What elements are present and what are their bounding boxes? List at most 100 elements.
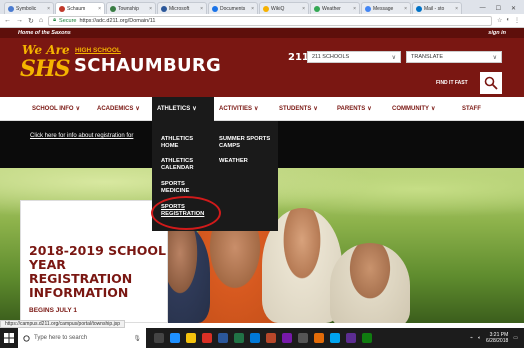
clock[interactable]: 3:21 PM 6/28/2018 (486, 332, 508, 344)
tab-label: Documents (220, 5, 246, 12)
nav-item-staff[interactable]: STAFF (457, 97, 487, 121)
school-subtitle[interactable]: HIGH SCHOOL (75, 47, 121, 54)
tab-close-icon[interactable]: × (404, 6, 407, 12)
lock-icon: 🔒︎ (53, 17, 57, 23)
browser-tab[interactable]: Schaum × (55, 2, 105, 14)
tab-label: Weather (322, 5, 341, 12)
task-view-icon[interactable] (154, 333, 164, 343)
chevron-down-icon: ∨ (254, 106, 259, 112)
notifications-icon[interactable]: ▭ (513, 335, 518, 341)
system-tray: ⌁ 🔈︎ 3:21 PM 6/28/2018 ▭ (470, 332, 524, 344)
menu-item-summer-sports-camps[interactable]: SUMMER SPORTS CAMPS (219, 136, 275, 150)
schools-dropdown[interactable]: 211 SCHOOLS ∨ (307, 51, 401, 63)
excel-icon[interactable] (234, 333, 244, 343)
network-icon[interactable]: ⌁ (470, 335, 473, 341)
tab-favicon-icon (8, 5, 14, 12)
browser-tab[interactable]: Message × (361, 2, 411, 14)
sign-in-link[interactable]: sign in (488, 30, 506, 36)
nav-item-school-info[interactable]: SCHOOL INFO ∨ (27, 97, 92, 121)
hero-title: 2018-2019 SCHOOL YEAR REGISTRATION INFOR… (29, 243, 166, 300)
clock-date: 6/28/2018 (486, 338, 509, 344)
top-strip: Home of the Saxons sign in (0, 28, 524, 38)
search-icon (23, 334, 30, 342)
menu-item-sports-medicine[interactable]: SPORTS MEDICINE (161, 181, 205, 195)
app-icon[interactable] (298, 333, 308, 343)
tab-label: Microsoft (169, 5, 190, 12)
minimize-button[interactable]: — (480, 5, 486, 11)
start-button[interactable] (0, 328, 18, 348)
menu-item-weather[interactable]: WEATHER (219, 158, 269, 165)
browser-tab[interactable]: Weather × (310, 2, 360, 14)
maximize-button[interactable]: ☐ (496, 5, 501, 12)
word-icon[interactable] (218, 333, 228, 343)
chevron-down-icon: ∨ (367, 106, 372, 112)
search-button[interactable] (480, 72, 502, 94)
powerpoint-icon[interactable] (266, 333, 276, 343)
browser-tab[interactable]: Symbolic × (4, 2, 54, 14)
volume-icon[interactable]: 🔈︎ (478, 335, 481, 341)
tab-close-icon[interactable]: × (47, 6, 50, 12)
taskbar-search-input[interactable]: Type here to search 🎙︎ (18, 328, 146, 348)
edge-icon[interactable] (170, 333, 180, 343)
extension-icon[interactable]: ◐ (506, 17, 510, 24)
tab-label: WikiQ (271, 5, 285, 12)
forward-icon[interactable]: → (16, 17, 23, 24)
tab-label: Mail - sto (424, 5, 445, 12)
microphone-icon[interactable]: 🎙︎ (133, 335, 141, 342)
onenote-icon[interactable] (282, 333, 292, 343)
browser-address-bar: ← → ↻ ⌂ 🔒︎ Secure https://adc.d211.org/D… (0, 14, 524, 28)
url-input[interactable]: 🔒︎ Secure https://adc.d211.org/Domain/11 (48, 15, 492, 26)
menu-item-athletics-home[interactable]: ATHLETICS HOME (161, 136, 205, 150)
school-name[interactable]: SCHAUMBURG (74, 55, 221, 76)
school-logo[interactable]: We Are SHS (20, 43, 72, 89)
file-explorer-icon[interactable] (186, 333, 196, 343)
nav-item-label: PARENTS (337, 105, 366, 112)
menu-dots-icon[interactable]: ⋮ (514, 17, 520, 24)
nav-item-label: STUDENTS (279, 105, 312, 112)
nav-item-academics[interactable]: ACADEMICS ∨ (92, 97, 152, 121)
tab-close-icon[interactable]: × (200, 6, 203, 12)
home-icon[interactable]: ⌂ (39, 17, 43, 24)
chrome-icon[interactable] (202, 333, 212, 343)
nav-item-community[interactable]: COMMUNITY ∨ (387, 97, 457, 121)
nav-item-label: STAFF (462, 105, 481, 112)
tab-close-icon[interactable]: × (302, 6, 305, 12)
tab-close-icon[interactable]: × (251, 6, 254, 12)
highlight-annotation (151, 196, 221, 230)
back-icon[interactable]: ← (4, 17, 11, 24)
status-url-tooltip: https://campus.d211.org/campus/portal/to… (0, 320, 125, 328)
menu-item-athletics-calendar[interactable]: ATHLETICS CALENDAR (161, 158, 205, 172)
nav-item-activities[interactable]: ACTIVITIES ∨ (214, 97, 274, 121)
tab-favicon-icon (263, 5, 269, 12)
tab-close-icon[interactable]: × (455, 6, 458, 12)
tab-close-icon[interactable]: × (353, 6, 356, 12)
outlook-icon[interactable] (250, 333, 260, 343)
tab-favicon-icon (59, 5, 65, 12)
app-icon[interactable] (330, 333, 340, 343)
nav-item-students[interactable]: STUDENTS ∨ (274, 97, 332, 121)
hero-subtitle: BEGINS JULY 1 (29, 307, 78, 314)
browser-tab[interactable]: WikiQ × (259, 2, 309, 14)
tab-close-icon[interactable]: × (98, 6, 101, 12)
app-icon[interactable] (346, 333, 356, 343)
registration-info-link[interactable]: Click here for info about registration f… (30, 133, 133, 139)
translate-dropdown[interactable]: TRANSLATE ∨ (406, 51, 502, 63)
site-header: Home of the Saxons sign in We Are SHS SC… (0, 28, 524, 97)
browser-tab[interactable]: Documents × (208, 2, 258, 14)
find-it-fast-label: FIND IT FAST (436, 80, 468, 86)
tab-close-icon[interactable]: × (149, 6, 152, 12)
app-icon[interactable] (362, 333, 372, 343)
reload-icon[interactable]: ↻ (28, 17, 34, 25)
nav-item-parents[interactable]: PARENTS ∨ (332, 97, 387, 121)
app-icon[interactable] (314, 333, 324, 343)
bookmark-star-icon[interactable]: ☆ (497, 17, 502, 24)
district-211-logo[interactable]: 211 (288, 52, 309, 63)
tab-favicon-icon (365, 5, 371, 12)
chevron-down-icon: ∨ (192, 106, 197, 112)
search-icon (484, 76, 498, 90)
browser-tab[interactable]: Township × (106, 2, 156, 14)
browser-tab[interactable]: Microsoft × (157, 2, 207, 14)
close-window-button[interactable]: ✕ (511, 5, 516, 12)
nav-item-athletics[interactable]: ATHLETICS ∨ (152, 96, 214, 121)
browser-tab[interactable]: Mail - sto × (412, 2, 462, 14)
